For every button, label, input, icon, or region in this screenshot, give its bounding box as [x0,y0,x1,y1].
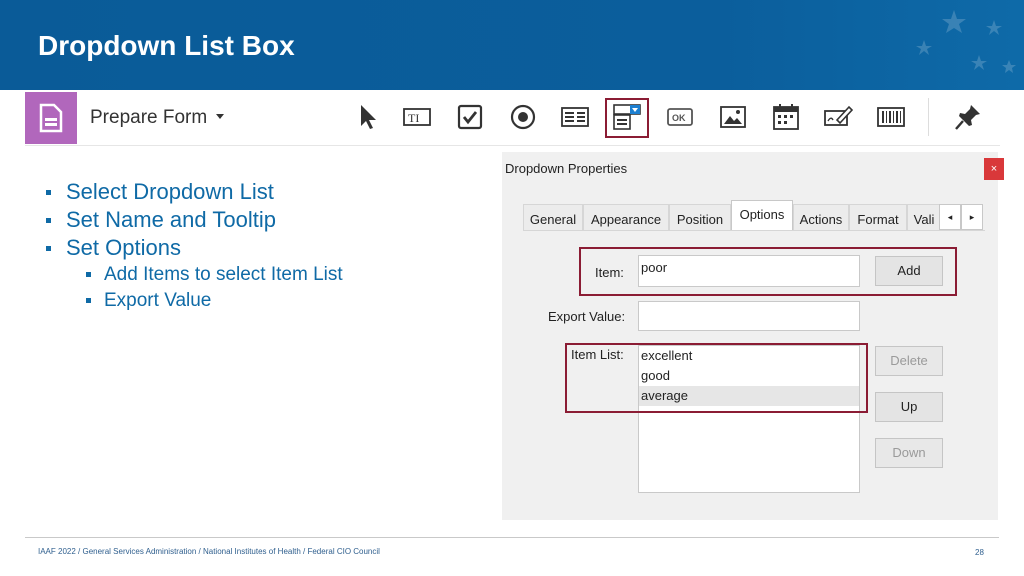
delete-button[interactable]: Delete [875,346,943,376]
down-button[interactable]: Down [875,438,943,468]
chevron-down-icon[interactable] [216,114,224,119]
dropdown-tool-highlight [605,98,649,138]
export-value-label: Export Value: [548,309,626,324]
dialog-title: Dropdown Properties [505,161,628,176]
prepare-form-toolbar: Prepare Form TI OK [25,92,1000,146]
bullet-item: Select Dropdown List [44,178,343,206]
item-highlight-box [579,247,957,296]
close-icon[interactable]: × [984,158,1004,180]
image-icon[interactable] [718,102,748,132]
footer-divider [25,537,999,538]
sub-bullet-item: Add Items to select Item List [44,262,343,288]
svg-text:OK: OK [672,113,686,123]
slide-title: Dropdown List Box [38,30,295,61]
tab-general[interactable]: General [523,204,583,230]
tab-format[interactable]: Format [849,204,907,230]
barcode-icon[interactable] [876,102,906,132]
svg-text:TI: TI [408,111,419,125]
select-arrow-icon[interactable] [353,102,383,132]
tab-scroll-right-icon[interactable]: ▸ [961,204,983,230]
text-field-icon[interactable]: TI [402,102,432,132]
prepare-form-tool-icon[interactable] [25,92,77,144]
header-bar: Dropdown List Box [0,0,1024,90]
toolbar-separator [928,98,929,136]
page-number: 28 [975,548,984,557]
slide: Dropdown List Box Prepare Form TI OK Sel… [0,0,1024,576]
list-box-icon[interactable] [560,102,590,132]
export-value-input[interactable] [638,301,860,331]
pin-icon[interactable] [953,102,983,132]
tab-position[interactable]: Position [669,204,731,230]
bullet-item: Set Name and Tooltip [44,206,343,234]
signature-icon[interactable] [823,102,853,132]
bullet-item: Set Options [44,234,343,262]
bullet-list: Select Dropdown List Set Name and Toolti… [44,178,343,314]
dropdown-properties-dialog: Dropdown Properties × General Appearance… [502,152,1004,520]
checkbox-icon[interactable] [455,102,485,132]
tab-options[interactable]: Options [731,200,793,231]
prepare-form-label[interactable]: Prepare Form [90,107,207,129]
footer-text: IAAF 2022 / General Services Administrat… [38,547,380,556]
tab-scroll-left-icon[interactable]: ◂ [939,204,961,230]
radio-button-icon[interactable] [508,102,538,132]
options-panel: Item: poor Add Export Value: Item List: … [523,230,985,520]
tab-actions[interactable]: Actions [793,204,849,230]
tab-bar: General Appearance Position Options Acti… [523,200,985,231]
button-ok-icon[interactable]: OK [665,102,695,132]
date-field-icon[interactable] [771,102,801,132]
tab-validate[interactable]: Vali [907,204,941,230]
tab-appearance[interactable]: Appearance [583,204,669,230]
item-list-highlight-box [565,343,868,413]
sub-bullet-item: Export Value [44,288,343,314]
stars-decoration-icon [916,10,1016,73]
up-button[interactable]: Up [875,392,943,422]
